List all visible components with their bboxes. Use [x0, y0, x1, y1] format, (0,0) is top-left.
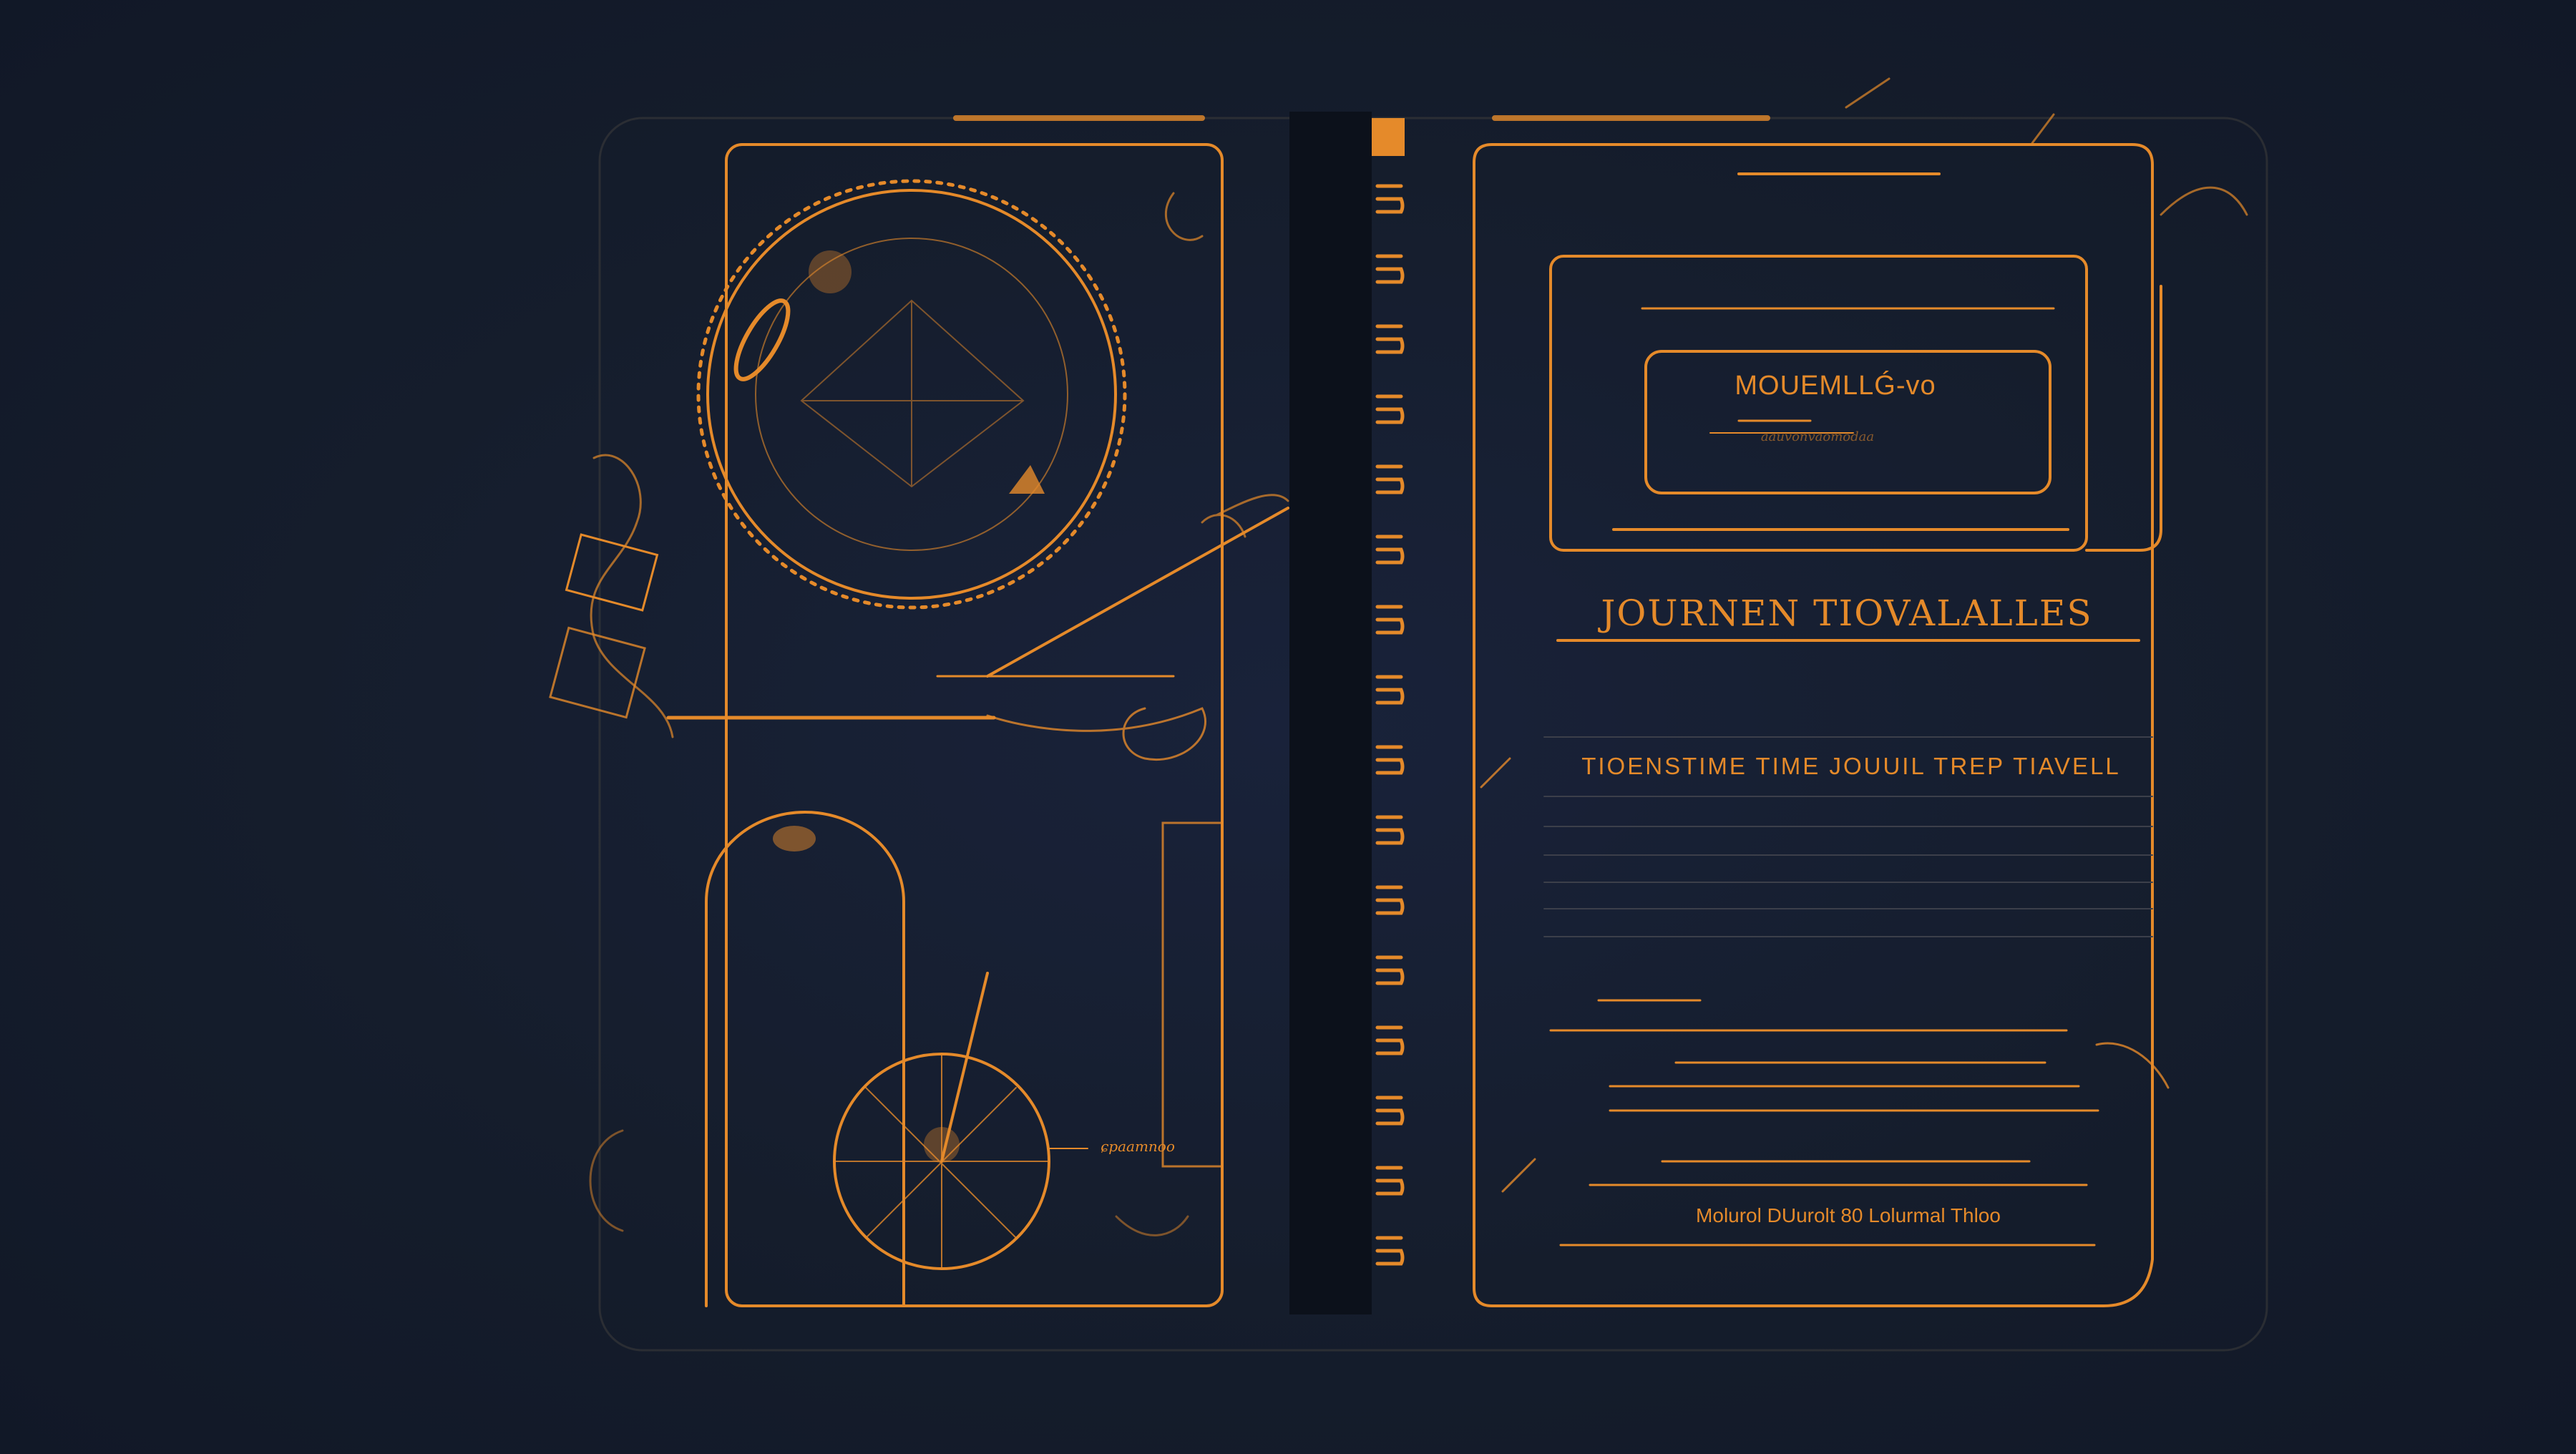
spine-glyph [1375, 1096, 1405, 1126]
spine-glyph [1375, 815, 1405, 845]
gear-icon [696, 179, 1127, 610]
spine-glyph [1375, 394, 1405, 424]
spine-glyph [1375, 1236, 1405, 1266]
spine-glyph [1375, 254, 1405, 284]
spine-glyph [1375, 324, 1405, 354]
pen-icon [986, 507, 1289, 678]
right-page [1473, 77, 2248, 1307]
spine-glyph [1375, 464, 1405, 494]
bookmark-tab [1372, 118, 1405, 156]
journal-subtitle: TIOENSTIME TIME JOUUIL TREP TIAVELL [1581, 753, 2121, 779]
plate-subtitle: aauvonvaomodaa [1760, 429, 1875, 444]
spine-glyph [1375, 745, 1405, 775]
journal-artwork [549, 77, 2268, 1352]
spine-glyph [1375, 184, 1405, 214]
map-scroll-icon [565, 533, 659, 612]
spine-glyph [1375, 535, 1405, 565]
journal-spine [1289, 112, 1405, 1314]
spine-glyph [1375, 1166, 1405, 1196]
journal-footer: Molurol DUurolt 80 Lolurmal Thloo [1696, 1204, 2001, 1226]
outer-frame [598, 117, 2268, 1352]
spine-glyph [1375, 1025, 1405, 1055]
journal-illustration: MOUEMLLǴ-vo aauvonvaomodaa JOURNEN TIOVA… [0, 0, 2576, 1454]
compass-icon [833, 972, 1050, 1270]
compass-label: ɕpaamnoo [1101, 1138, 1175, 1155]
arch-frame [705, 811, 905, 1307]
spine-glyph [1375, 675, 1405, 705]
journal-title: JOURNEN TIOVALALLES [1601, 592, 2093, 634]
inner-frame [1549, 255, 2088, 552]
spine-glyph [1375, 955, 1405, 985]
left-page [549, 143, 1289, 1307]
spine-glyph [1375, 885, 1405, 915]
spine-glyph [1375, 605, 1405, 635]
plate-title: MOUEMLLǴ-vo [1735, 371, 1936, 401]
